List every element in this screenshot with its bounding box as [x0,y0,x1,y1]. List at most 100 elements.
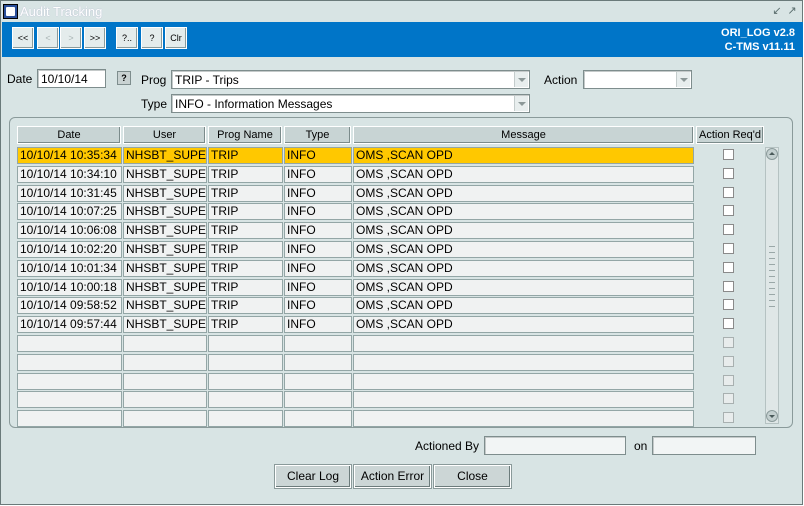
action-reqd-checkbox[interactable] [723,412,734,423]
action-reqd-checkbox[interactable] [723,281,734,292]
date-lov-button[interactable]: ? [117,71,131,85]
cell-prog-name[interactable]: TRIP [208,316,283,333]
cell-type[interactable]: INFO [284,203,352,220]
actioned-on-field[interactable] [652,436,756,455]
cell-message[interactable]: OMS ,SCAN OPD [353,260,694,277]
cell-date[interactable]: 10/10/14 09:58:52 [17,297,122,314]
close-button[interactable]: Close [434,465,511,488]
cell-user[interactable] [123,335,207,352]
cell-type[interactable] [284,391,352,408]
chevron-down-icon[interactable] [676,72,690,87]
cell-message[interactable]: OMS ,SCAN OPD [353,279,694,296]
cell-type[interactable] [284,373,352,390]
cell-date[interactable]: 10/10/14 09:57:44 [17,316,122,333]
scroll-grip[interactable] [769,300,775,301]
cell-date[interactable]: 10/10/14 10:34:10 [17,166,122,183]
cell-type[interactable]: INFO [284,260,352,277]
action-reqd-checkbox[interactable] [723,149,734,160]
query-button[interactable]: ?.. [116,27,138,49]
cell-date[interactable]: 10/10/14 10:31:45 [17,185,122,202]
cell-prog-name[interactable]: TRIP [208,222,283,239]
chevron-down-icon[interactable] [514,96,528,111]
cell-date[interactable] [17,354,122,371]
cell-message[interactable] [353,391,694,408]
cell-message[interactable]: OMS ,SCAN OPD [353,222,694,239]
prog-select[interactable]: TRIP - Trips [171,70,530,89]
cell-type[interactable] [284,410,352,427]
scroll-grip[interactable] [769,282,775,283]
cell-user[interactable]: NHSBT_SUPE [123,147,207,164]
column-header-user[interactable]: User [123,126,206,144]
cell-user[interactable]: NHSBT_SUPE [123,185,207,202]
cell-user[interactable] [123,373,207,390]
action-reqd-checkbox[interactable] [723,318,734,329]
cell-type[interactable]: INFO [284,316,352,333]
cell-date[interactable]: 10/10/14 10:06:08 [17,222,122,239]
column-header-date[interactable]: Date [17,126,121,144]
scroll-grip[interactable] [769,246,775,247]
cell-message[interactable]: OMS ,SCAN OPD [353,297,694,314]
column-header-message[interactable]: Message [353,126,694,144]
action-reqd-checkbox[interactable] [723,356,734,367]
scroll-up-icon[interactable] [766,148,778,160]
action-reqd-checkbox[interactable] [723,299,734,310]
action-reqd-checkbox[interactable] [723,375,734,386]
cell-prog-name[interactable]: TRIP [208,147,283,164]
cell-type[interactable] [284,354,352,371]
cell-message[interactable] [353,354,694,371]
date-field[interactable]: 10/10/14 [37,69,106,88]
cell-user[interactable]: NHSBT_SUPE [123,279,207,296]
cell-user[interactable]: NHSBT_SUPE [123,241,207,258]
first-record-button[interactable]: << [12,27,34,49]
cell-message[interactable]: OMS ,SCAN OPD [353,203,694,220]
scroll-down-icon[interactable] [766,410,778,422]
maximize-icon[interactable]: ↗ [786,5,798,17]
cell-user[interactable] [123,410,207,427]
cell-message[interactable] [353,410,694,427]
next-record-button[interactable]: > [60,27,82,49]
clear-button[interactable]: Clr [165,27,187,49]
cell-user[interactable] [123,354,207,371]
help-button[interactable]: ? [141,27,163,49]
cell-type[interactable]: INFO [284,241,352,258]
cell-user[interactable]: NHSBT_SUPE [123,316,207,333]
scroll-grip[interactable] [769,294,775,295]
scroll-grip[interactable] [769,258,775,259]
cell-type[interactable]: INFO [284,185,352,202]
cell-prog-name[interactable]: TRIP [208,260,283,277]
scroll-grip[interactable] [769,252,775,253]
cell-prog-name[interactable]: TRIP [208,203,283,220]
action-reqd-checkbox[interactable] [723,243,734,254]
cell-message[interactable]: OMS ,SCAN OPD [353,147,694,164]
action-select[interactable] [583,70,692,89]
action-reqd-checkbox[interactable] [723,224,734,235]
cell-date[interactable] [17,335,122,352]
action-error-button[interactable]: Action Error [354,465,431,488]
scroll-grip[interactable] [769,276,775,277]
cell-date[interactable]: 10/10/14 10:02:20 [17,241,122,258]
scroll-grip[interactable] [769,306,775,307]
cell-date[interactable]: 10/10/14 10:35:34 [17,147,122,164]
cell-prog-name[interactable]: TRIP [208,279,283,296]
cell-date[interactable] [17,373,122,390]
cell-user[interactable]: NHSBT_SUPE [123,166,207,183]
type-select[interactable]: INFO - Information Messages [171,94,530,113]
action-reqd-checkbox[interactable] [723,168,734,179]
cell-message[interactable]: OMS ,SCAN OPD [353,241,694,258]
scroll-grip[interactable] [769,264,775,265]
column-header-action-reqd[interactable]: Action Req'd [696,126,764,144]
cell-prog-name[interactable]: TRIP [208,166,283,183]
scroll-grip[interactable] [769,270,775,271]
cell-date[interactable] [17,410,122,427]
cell-date[interactable]: 10/10/14 10:00:18 [17,279,122,296]
cell-message[interactable]: OMS ,SCAN OPD [353,185,694,202]
cell-type[interactable]: INFO [284,279,352,296]
clear-log-button[interactable]: Clear Log [275,465,351,488]
action-reqd-checkbox[interactable] [723,337,734,348]
cell-message[interactable]: OMS ,SCAN OPD [353,316,694,333]
cell-user[interactable]: NHSBT_SUPE [123,203,207,220]
cell-prog-name[interactable]: TRIP [208,185,283,202]
previous-record-button[interactable]: < [37,27,59,49]
cell-prog-name[interactable]: TRIP [208,241,283,258]
minimize-icon[interactable]: ↙ [771,5,783,17]
